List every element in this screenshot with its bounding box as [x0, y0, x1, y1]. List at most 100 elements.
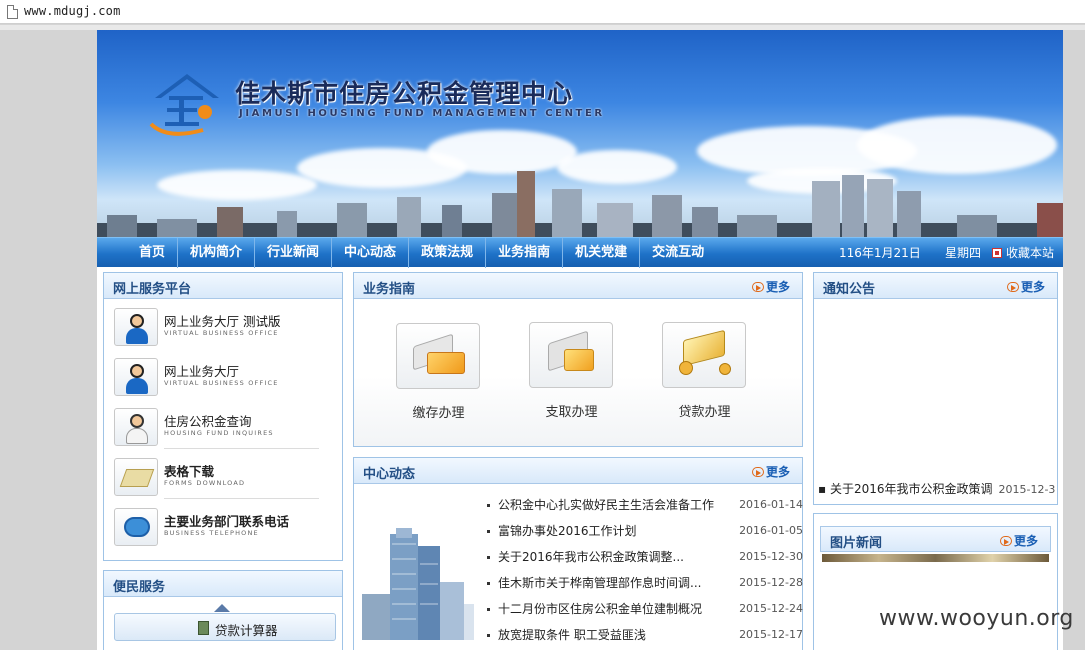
header-banner: 佳木斯市住房公积金管理中心 JIAMUSI HOUSING FUND MANAG…	[97, 30, 1063, 237]
nav-guide[interactable]: 业务指南	[486, 238, 564, 268]
service-en: HOUSING FUND INQUIRES	[164, 429, 274, 437]
nav-about[interactable]: 机构简介	[178, 238, 256, 268]
news-date: 2016-01-05	[739, 524, 803, 537]
favorite-link[interactable]: 收藏本站	[992, 238, 1054, 268]
service-name: 表格下载	[164, 464, 215, 479]
tile-loan[interactable]: 贷款办理	[662, 322, 747, 420]
list-item[interactable]: 公积金中心扎实做好民主生活会准备工作 2016-01-14	[485, 492, 803, 518]
calculator-icon	[198, 621, 209, 635]
news-title[interactable]: 十二月份市区住房公积金单位建制概况	[498, 596, 702, 622]
service-name: 住房公积金查询	[164, 414, 252, 429]
main-nav: 首页 机构简介 行业新闻 中心动态 政策法规 业务指南 机关党建 交流互动 11…	[97, 237, 1063, 268]
panel-title: 业务指南	[363, 282, 416, 297]
watermark: www.wooyun.org	[879, 606, 1074, 631]
more-link[interactable]: 更多	[1006, 278, 1045, 295]
list-item[interactable]: 十二月份市区住房公积金单位建制概况 2015-12-24	[485, 596, 803, 622]
list-item[interactable]: 富锦办事处2016工作计划 2016-01-05	[485, 518, 803, 544]
current-weekday: 星期四	[945, 246, 982, 260]
nav-center-news[interactable]: 中心动态	[332, 238, 410, 268]
customer-service-icon	[114, 358, 158, 396]
card-icon	[396, 323, 480, 389]
list-item[interactable]: 佳木斯市关于桦南管理部作息时间调... 2015-12-28	[485, 570, 803, 596]
favorite-label: 收藏本站	[1006, 246, 1055, 260]
building-image	[362, 524, 474, 640]
panel-title: 网上服务平台	[113, 282, 192, 297]
news-date: 2016-01-14	[739, 498, 803, 511]
center-news-panel: 中心动态 更多 公积金中心扎实做好民主生活会准备工作 2016-01-14 富锦办…	[353, 457, 803, 650]
business-guide-panel: 业务指南 更多 缴存办理 支取办理 贷款办理	[353, 272, 803, 447]
logo-icon	[149, 74, 219, 136]
service-name: 主要业务部门联系电话	[164, 514, 290, 529]
arrow-icon	[999, 536, 1012, 546]
more-link[interactable]: 更多	[999, 532, 1038, 549]
address-bar[interactable]: www.mdugj.com	[0, 0, 1085, 24]
tile-label: 支取办理	[545, 405, 598, 420]
service-en: VIRTUAL BUSINESS OFFICE	[164, 329, 279, 337]
service-name: 网上业务大厅	[164, 314, 240, 329]
more-link[interactable]: 更多	[751, 463, 790, 480]
photo-strip[interactable]	[822, 554, 1049, 562]
news-date: 2015-12-17	[739, 628, 803, 641]
nav-home[interactable]: 首页	[127, 238, 179, 268]
panel-title: 便民服务	[113, 580, 166, 595]
tile-label: 贷款办理	[678, 405, 731, 420]
service-en: FORMS DOWNLOAD	[164, 479, 246, 487]
notice-item[interactable]: ▪ 关于2016年我市公积金政策调2015-12-30	[818, 480, 1056, 497]
service-name: 网上业务大厅	[164, 364, 240, 379]
panel-title: 通知公告	[823, 282, 876, 297]
nav-party[interactable]: 机关党建	[563, 238, 641, 268]
service-en: BUSINESS TELEPHONE	[164, 529, 259, 537]
more-link[interactable]: 更多	[751, 278, 790, 295]
online-services-panel: 网上服务平台 网上业务大厅 测试版 VIRTUAL BUSINESS OFFIC…	[103, 272, 343, 561]
test-badge: 测试版	[243, 314, 281, 329]
panel-title: 中心动态	[363, 467, 416, 482]
nav-policies[interactable]: 政策法规	[409, 238, 487, 268]
telephone-icon	[114, 508, 158, 546]
site-subtitle: JIAMUSI HOUSING FUND MANAGEMENT CENTER	[239, 108, 605, 119]
list-item[interactable]: 关于2016年我市公积金政策调整... 2015-12-30	[485, 544, 803, 570]
service-business-telephone[interactable]: 主要业务部门联系电话 BUSINESS TELEPHONE	[114, 508, 309, 552]
nav-interaction[interactable]: 交流互动	[640, 238, 716, 268]
customer-service-icon	[114, 308, 158, 346]
news-title[interactable]: 佳木斯市关于桦南管理部作息时间调...	[498, 570, 701, 596]
website: 佳木斯市住房公积金管理中心 JIAMUSI HOUSING FUND MANAG…	[97, 30, 1063, 650]
current-date: 116年1月21日	[839, 246, 921, 260]
tile-deposit[interactable]: 缴存办理	[396, 323, 481, 421]
calculator-label: 贷款计算器	[215, 623, 278, 638]
news-title[interactable]: 富锦办事处2016工作计划	[498, 518, 637, 544]
notice-title[interactable]: 关于2016年我市公积金政策调	[830, 482, 993, 496]
nav-industry-news[interactable]: 行业新闻	[255, 238, 333, 268]
bookmark-icon	[992, 248, 1002, 258]
page-icon	[7, 5, 18, 19]
notice-panel: 通知公告 更多 ▪ 关于2016年我市公积金政策调2015-12-30	[813, 272, 1058, 505]
scroll-up-icon[interactable]	[214, 604, 230, 612]
arrow-icon	[751, 282, 764, 292]
news-title[interactable]: 公积金中心扎实做好民主生活会准备工作	[498, 492, 714, 518]
news-date: 2015-12-30	[739, 550, 803, 563]
service-forms-download[interactable]: 表格下载 FORMS DOWNLOAD	[114, 458, 319, 502]
arrow-icon	[1006, 282, 1019, 292]
document-icon	[114, 458, 158, 496]
news-date: 2015-12-28	[739, 576, 803, 589]
url-text[interactable]: www.mdugj.com	[24, 4, 121, 18]
city-skyline	[97, 167, 1063, 237]
tile-withdraw[interactable]: 支取办理	[529, 322, 614, 420]
service-virtual-office-test[interactable]: 网上业务大厅 测试版 VIRTUAL BUSINESS OFFICE	[114, 308, 309, 352]
coins-icon	[662, 322, 746, 388]
news-title[interactable]: 放宽提取条件 职工受益匪浅	[498, 622, 646, 648]
news-title[interactable]: 关于2016年我市公积金政策调整...	[498, 544, 684, 570]
person-computer-icon	[114, 408, 158, 446]
site-title: 佳木斯市住房公积金管理中心	[235, 79, 574, 108]
news-list: 公积金中心扎实做好民主生活会准备工作 2016-01-14 富锦办事处2016工作…	[485, 492, 803, 648]
notice-date: 2015-12-30	[998, 483, 1057, 496]
news-date: 2015-12-24	[739, 602, 803, 615]
service-fund-inquiry[interactable]: 住房公积金查询 HOUSING FUND INQUIRES	[114, 408, 319, 452]
wallet-icon	[529, 322, 613, 388]
tile-label: 缴存办理	[412, 406, 465, 421]
loan-calculator-button[interactable]: 贷款计算器	[114, 613, 336, 641]
panel-title: 图片新闻	[830, 536, 883, 551]
list-item[interactable]: 放宽提取条件 职工受益匪浅 2015-12-17	[485, 622, 803, 648]
arrow-icon	[751, 467, 764, 477]
service-en: VIRTUAL BUSINESS OFFICE	[164, 379, 279, 387]
service-virtual-office[interactable]: 网上业务大厅 VIRTUAL BUSINESS OFFICE	[114, 358, 309, 402]
